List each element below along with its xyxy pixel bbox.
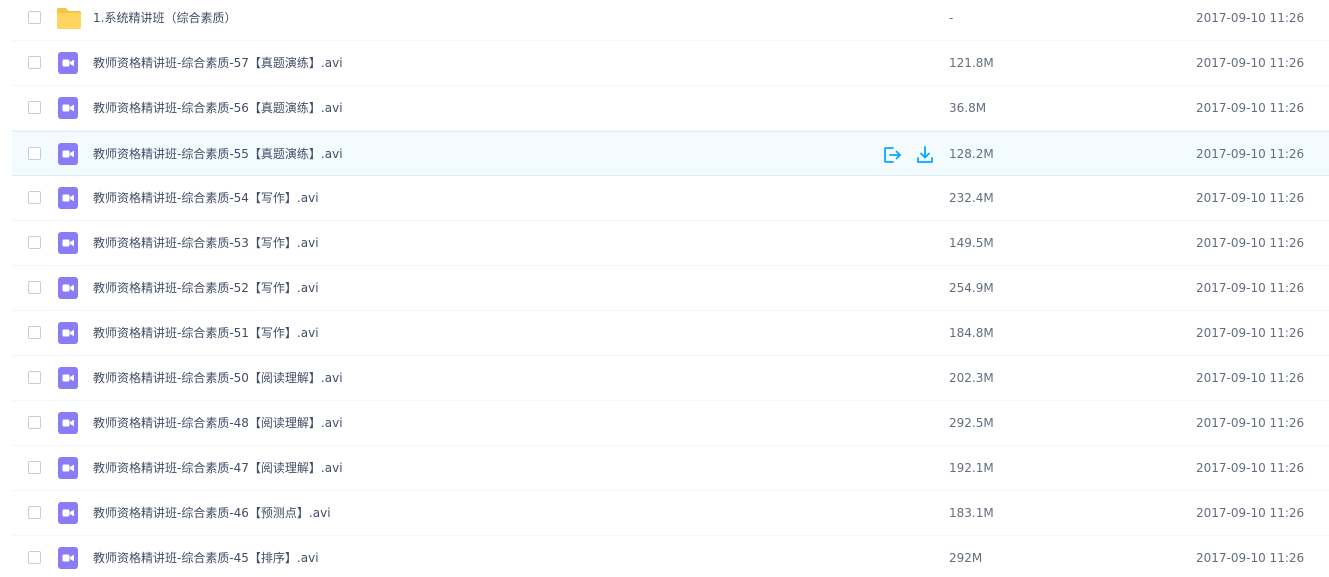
file-date: 2017-09-10 11:26 bbox=[1196, 461, 1305, 475]
file-row-5[interactable]: 教师资格精讲班-综合素质-54【写作】.avi 232.4M 2017-09-1… bbox=[12, 176, 1329, 221]
file-row-10[interactable]: 教师资格精讲班-综合素质-48【阅读理解】.avi 292.5M 2017-09… bbox=[12, 401, 1329, 446]
file-size: 202.3M bbox=[949, 371, 994, 385]
file-row-11[interactable]: 教师资格精讲班-综合素质-47【阅读理解】.avi 192.1M 2017-09… bbox=[12, 446, 1329, 491]
file-row-3[interactable]: 教师资格精讲班-综合素质-56【真题演练】.avi 36.8M 2017-09-… bbox=[12, 86, 1329, 131]
file-date: 2017-09-10 11:26 bbox=[1196, 56, 1305, 70]
file-name[interactable]: 教师资格精讲班-综合素质-54【写作】.avi bbox=[93, 176, 319, 220]
file-size: 183.1M bbox=[949, 506, 994, 520]
file-date: 2017-09-10 11:26 bbox=[1196, 11, 1305, 25]
video-file-icon bbox=[56, 186, 80, 210]
file-size: 292M bbox=[949, 551, 983, 565]
row-checkbox[interactable] bbox=[28, 506, 41, 519]
file-size: - bbox=[949, 11, 954, 25]
file-date: 2017-09-10 11:26 bbox=[1196, 326, 1305, 340]
row-checkbox[interactable] bbox=[28, 191, 41, 204]
file-name[interactable]: 教师资格精讲班-综合素质-46【预测点】.avi bbox=[93, 491, 331, 535]
file-size: 149.5M bbox=[949, 236, 994, 250]
row-checkbox[interactable] bbox=[28, 281, 41, 294]
file-date: 2017-09-10 11:26 bbox=[1196, 551, 1305, 565]
video-file-icon bbox=[56, 456, 80, 480]
file-date: 2017-09-10 11:26 bbox=[1196, 236, 1305, 250]
folder-icon bbox=[56, 6, 81, 30]
file-size: 254.9M bbox=[949, 281, 994, 295]
row-checkbox[interactable] bbox=[28, 11, 41, 24]
row-checkbox[interactable] bbox=[28, 147, 41, 160]
file-date: 2017-09-10 11:26 bbox=[1196, 371, 1305, 385]
file-date: 2017-09-10 11:26 bbox=[1196, 191, 1305, 205]
video-file-icon bbox=[56, 96, 80, 120]
video-file-icon bbox=[56, 546, 80, 570]
video-file-icon bbox=[56, 142, 80, 166]
file-name[interactable]: 教师资格精讲班-综合素质-47【阅读理解】.avi bbox=[93, 446, 343, 490]
row-checkbox[interactable] bbox=[28, 101, 41, 114]
file-size: 128.2M bbox=[949, 147, 994, 161]
video-file-icon bbox=[56, 321, 80, 345]
row-checkbox[interactable] bbox=[28, 326, 41, 339]
file-row-13[interactable]: 教师资格精讲班-综合素质-45【排序】.avi 292M 2017-09-10 … bbox=[12, 536, 1329, 577]
row-checkbox[interactable] bbox=[28, 461, 41, 474]
file-list: 1.系统精讲班（综合素质） - 2017-09-10 11:26 教师资格精讲班… bbox=[0, 0, 1329, 573]
file-row-12[interactable]: 教师资格精讲班-综合素质-46【预测点】.avi 183.1M 2017-09-… bbox=[12, 491, 1329, 536]
file-date: 2017-09-10 11:26 bbox=[1196, 506, 1305, 520]
video-file-icon bbox=[56, 501, 80, 525]
file-name[interactable]: 教师资格精讲班-综合素质-53【写作】.avi bbox=[93, 221, 319, 265]
video-file-icon bbox=[56, 366, 80, 390]
row-checkbox[interactable] bbox=[28, 56, 41, 69]
video-file-icon bbox=[56, 276, 80, 300]
file-name[interactable]: 教师资格精讲班-综合素质-52【写作】.avi bbox=[93, 266, 319, 310]
file-date: 2017-09-10 11:26 bbox=[1196, 416, 1305, 430]
row-checkbox[interactable] bbox=[28, 236, 41, 249]
file-name[interactable]: 教师资格精讲班-综合素质-48【阅读理解】.avi bbox=[93, 401, 343, 445]
file-size: 292.5M bbox=[949, 416, 994, 430]
file-row-4[interactable]: 教师资格精讲班-综合素质-55【真题演练】.avi 128.2M 2017-09… bbox=[12, 131, 1329, 176]
file-date: 2017-09-10 11:26 bbox=[1196, 281, 1305, 295]
file-size: 184.8M bbox=[949, 326, 994, 340]
file-name[interactable]: 教师资格精讲班-综合素质-57【真题演练】.avi bbox=[93, 41, 343, 85]
file-name[interactable]: 教师资格精讲班-综合素质-56【真题演练】.avi bbox=[93, 86, 343, 130]
file-row-1[interactable]: 1.系统精讲班（综合素质） - 2017-09-10 11:26 bbox=[12, 0, 1329, 41]
row-checkbox[interactable] bbox=[28, 551, 41, 564]
file-size: 36.8M bbox=[949, 101, 987, 115]
video-file-icon bbox=[56, 411, 80, 435]
file-name[interactable]: 教师资格精讲班-综合素质-50【阅读理解】.avi bbox=[93, 356, 343, 400]
file-date: 2017-09-10 11:26 bbox=[1196, 147, 1305, 161]
file-name[interactable]: 教师资格精讲班-综合素质-51【写作】.avi bbox=[93, 311, 319, 355]
row-checkbox[interactable] bbox=[28, 416, 41, 429]
file-row-6[interactable]: 教师资格精讲班-综合素质-53【写作】.avi 149.5M 2017-09-1… bbox=[12, 221, 1329, 266]
file-size: 192.1M bbox=[949, 461, 994, 475]
file-row-8[interactable]: 教师资格精讲班-综合素质-51【写作】.avi 184.8M 2017-09-1… bbox=[12, 311, 1329, 356]
video-file-icon bbox=[56, 231, 80, 255]
file-name[interactable]: 1.系统精讲班（综合素质） bbox=[93, 0, 236, 40]
file-date: 2017-09-10 11:26 bbox=[1196, 101, 1305, 115]
file-row-2[interactable]: 教师资格精讲班-综合素质-57【真题演练】.avi 121.8M 2017-09… bbox=[12, 41, 1329, 86]
file-name[interactable]: 教师资格精讲班-综合素质-45【排序】.avi bbox=[93, 536, 319, 577]
file-row-7[interactable]: 教师资格精讲班-综合素质-52【写作】.avi 254.9M 2017-09-1… bbox=[12, 266, 1329, 311]
file-name[interactable]: 教师资格精讲班-综合素质-55【真题演练】.avi bbox=[93, 132, 343, 176]
row-checkbox[interactable] bbox=[28, 371, 41, 384]
share-icon[interactable] bbox=[882, 145, 902, 165]
download-icon[interactable] bbox=[915, 145, 935, 165]
file-size: 121.8M bbox=[949, 56, 994, 70]
video-file-icon bbox=[56, 51, 80, 75]
file-size: 232.4M bbox=[949, 191, 994, 205]
file-row-9[interactable]: 教师资格精讲班-综合素质-50【阅读理解】.avi 202.3M 2017-09… bbox=[12, 356, 1329, 401]
